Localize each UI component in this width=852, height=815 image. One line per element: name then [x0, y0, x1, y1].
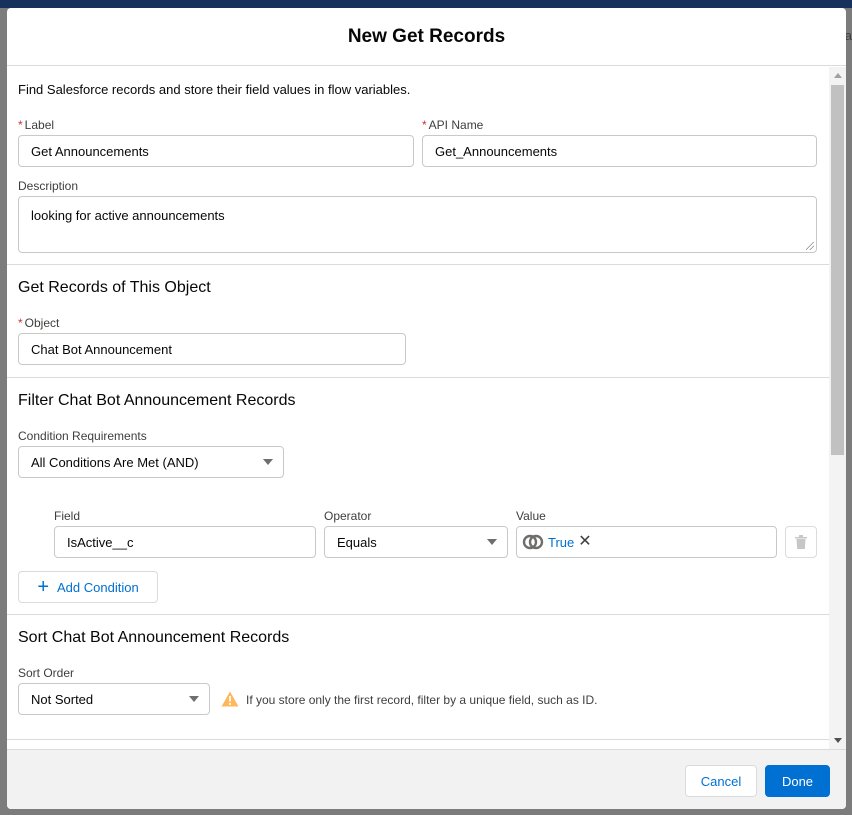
sort-section-title: Sort Chat Bot Announcement Records [18, 629, 290, 646]
done-button[interactable]: Done [765, 765, 830, 797]
object-section-title: Get Records of This Object [18, 279, 211, 296]
scroll-thumb[interactable] [831, 85, 844, 455]
operator-select[interactable]: Equals [324, 526, 508, 558]
value-input[interactable]: True ✕ [516, 526, 777, 558]
sort-section: Sort Chat Bot Announcement Records Sort … [7, 615, 829, 740]
sort-order-value: Not Sorted [31, 691, 94, 707]
add-condition-label: Add Condition [57, 579, 139, 595]
modal-footer: Cancel Done [7, 749, 846, 809]
api-name-field-label: * API Name [422, 118, 483, 132]
chevron-down-icon [487, 539, 497, 545]
value-pill: True ✕ [520, 531, 594, 553]
object-section: Get Records of This Object * Object Chat … [7, 265, 829, 378]
operator-label: Operator [324, 509, 372, 523]
add-icon: + [37, 576, 49, 598]
global-value-icon [522, 534, 544, 550]
description-label: Description [18, 179, 79, 193]
description-textarea[interactable]: looking for active announcements [18, 196, 817, 253]
api-name-input[interactable]: Get_Announcements [422, 135, 817, 167]
filter-section-title: Filter Chat Bot Announcement Records [18, 392, 296, 409]
required-mark: * [18, 316, 23, 330]
required-mark: * [18, 118, 23, 132]
filter-section: Filter Chat Bot Announcement Records Con… [7, 378, 829, 615]
resize-handle[interactable] [806, 242, 814, 250]
intro-text: Find Salesforce records and store their … [18, 82, 411, 97]
field-label: Field [54, 509, 81, 523]
general-section: Find Salesforce records and store their … [7, 67, 829, 265]
operator-value: Equals [337, 534, 377, 550]
warning-icon [221, 691, 239, 707]
condition-requirements-value: All Conditions Are Met (AND) [31, 454, 199, 470]
label-field-label: * Label [18, 118, 54, 132]
sort-order-label: Sort Order [18, 666, 75, 680]
scroll-down-arrow[interactable] [834, 738, 842, 743]
chevron-down-icon [263, 459, 273, 465]
value-pill-text: True [548, 534, 575, 550]
modal-title: New Get Records [347, 25, 506, 47]
delete-icon [795, 535, 807, 549]
object-field-label: * Object [18, 316, 59, 330]
object-field-label-text: Object [24, 316, 60, 330]
api-name-field-label-text: API Name [428, 118, 484, 132]
modal-header: New Get Records [7, 8, 846, 66]
api-name-input-value: Get_Announcements [435, 143, 558, 159]
condition-requirements-label: Condition Requirements [18, 429, 147, 443]
add-condition-button[interactable]: + Add Condition [18, 571, 158, 603]
value-label: Value [516, 509, 546, 523]
object-input[interactable]: Chat Bot Announcement [18, 333, 406, 365]
delete-condition-button[interactable] [785, 526, 817, 558]
scroll-up-arrow[interactable] [834, 73, 842, 78]
close-icon[interactable]: ✕ [578, 534, 591, 550]
condition-field-input[interactable]: IsActive__c [54, 526, 316, 558]
modal-body[interactable]: Find Salesforce records and store their … [7, 67, 829, 749]
label-input[interactable]: Get Announcements [18, 135, 414, 167]
modal-scrollbar[interactable] [829, 67, 846, 749]
object-input-value: Chat Bot Announcement [31, 341, 172, 357]
label-input-value: Get Announcements [31, 143, 149, 159]
condition-requirements-select[interactable]: All Conditions Are Met (AND) [18, 446, 284, 478]
chevron-down-icon [189, 696, 199, 702]
sort-order-select[interactable]: Not Sorted [18, 683, 210, 715]
sort-warning-text: If you store only the first record, filt… [246, 693, 598, 707]
new-get-records-modal: New Get Records Find Salesforce records … [7, 8, 846, 809]
required-mark: * [422, 118, 427, 132]
description-value: looking for active announcements [31, 208, 225, 223]
label-field-label-text: Label [24, 118, 55, 132]
cancel-button[interactable]: Cancel [685, 765, 757, 797]
condition-field-value: IsActive__c [67, 534, 134, 550]
app-header-strip [0, 0, 852, 8]
